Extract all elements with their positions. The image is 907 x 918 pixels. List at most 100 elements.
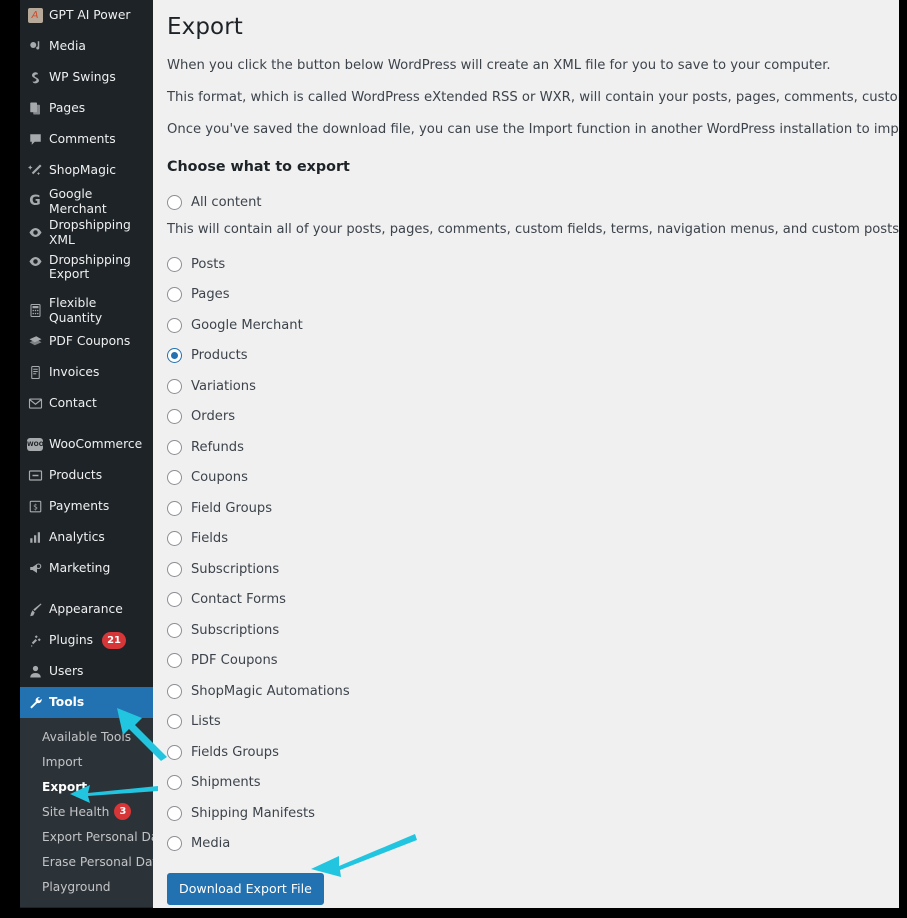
product-box-icon bbox=[21, 468, 49, 483]
sidebar-item-flexible-quantity[interactable]: Flexible Quantity bbox=[20, 295, 153, 326]
radio-option-subscriptions[interactable]: Subscriptions bbox=[167, 615, 899, 646]
sidebar-item-dropshipping-export[interactable]: Dropshipping Export bbox=[20, 248, 153, 295]
radio-option-fields-groups[interactable]: Fields Groups bbox=[167, 737, 899, 768]
submenu-item-badge: 3 bbox=[114, 803, 132, 820]
radio-label: Google Merchant bbox=[191, 317, 303, 333]
submenu-item-label: Site Health bbox=[42, 804, 110, 819]
payments-icon: $ bbox=[21, 499, 49, 514]
sidebar-item-dropshipping-xml[interactable]: Dropshipping XML bbox=[20, 217, 153, 248]
radio-icon-variations[interactable] bbox=[167, 378, 182, 394]
radio-icon-fields[interactable] bbox=[167, 531, 182, 547]
sidebar-item-label: GPT AI Power bbox=[49, 8, 131, 23]
radio-option-subscriptions[interactable]: Subscriptions bbox=[167, 554, 899, 585]
radio-icon-subscriptions[interactable] bbox=[167, 622, 182, 638]
eye-icon bbox=[21, 253, 49, 269]
radio-icon-subscriptions[interactable] bbox=[167, 561, 182, 577]
sidebar-item-woocommerce[interactable]: WOO WooCommerce bbox=[20, 429, 153, 460]
radio-option-refunds[interactable]: Refunds bbox=[167, 432, 899, 463]
submenu-item-export-personal-data[interactable]: Export Personal Data bbox=[20, 824, 153, 849]
radio-option-orders[interactable]: Orders bbox=[167, 401, 899, 432]
sidebar-item-products[interactable]: Products bbox=[20, 460, 153, 491]
sidebar-item-contact[interactable]: Contact bbox=[20, 388, 153, 419]
radio-label: Subscriptions bbox=[191, 622, 280, 638]
sidebar-item-analytics[interactable]: Analytics bbox=[20, 522, 153, 553]
radio-option-shipping-manifests[interactable]: Shipping Manifests bbox=[167, 798, 899, 829]
sidebar-item-media[interactable]: Media bbox=[20, 31, 153, 62]
radio-option-fields[interactable]: Fields bbox=[167, 523, 899, 554]
radio-option-posts[interactable]: Posts bbox=[167, 249, 899, 280]
sidebar-item-users[interactable]: Users bbox=[20, 656, 153, 687]
sidebar-item-payments[interactable]: $ Payments bbox=[20, 491, 153, 522]
radio-icon-fields-groups[interactable] bbox=[167, 744, 182, 760]
radio-option-pdf-coupons[interactable]: PDF Coupons bbox=[167, 645, 899, 676]
sidebar-separator bbox=[20, 419, 153, 429]
radio-icon-shipping-manifests[interactable] bbox=[167, 805, 182, 821]
radio-icon-google-merchant[interactable] bbox=[167, 317, 182, 333]
submenu-item-export[interactable]: Export bbox=[20, 774, 153, 799]
sidebar-item-google-merchant[interactable]: G Google Merchant bbox=[20, 186, 153, 217]
radio-option-contact-forms[interactable]: Contact Forms bbox=[167, 584, 899, 615]
sidebar-item-pages[interactable]: Pages bbox=[20, 93, 153, 124]
radio-icon-coupons[interactable] bbox=[167, 470, 182, 486]
radio-icon-posts[interactable] bbox=[167, 256, 182, 272]
sidebar-item-plugins[interactable]: Plugins 21 bbox=[20, 625, 153, 656]
radio-icon-shopmagic-automations[interactable] bbox=[167, 683, 182, 699]
radio-icon-products[interactable] bbox=[167, 348, 182, 364]
radio-icon-lists[interactable] bbox=[167, 714, 182, 730]
radio-icon-shipments[interactable] bbox=[167, 775, 182, 791]
sidebar-item-tools[interactable]: Tools bbox=[20, 687, 153, 718]
sidebar-item-label: Dropshipping Export bbox=[49, 253, 131, 282]
download-export-file-button[interactable]: Download Export File bbox=[167, 872, 324, 905]
sidebar-item-wp-swings[interactable]: WP Swings bbox=[20, 62, 153, 93]
radio-option-lists[interactable]: Lists bbox=[167, 706, 899, 737]
sidebar-item-label: Tools bbox=[49, 695, 85, 710]
sidebar-item-pdf-coupons[interactable]: PDF Coupons bbox=[20, 326, 153, 357]
submenu-item-site-health[interactable]: Site Health 3 bbox=[20, 799, 153, 824]
radio-option-shopmagic-automations[interactable]: ShopMagic Automations bbox=[167, 676, 899, 707]
sidebar-item-comments[interactable]: Comments bbox=[20, 124, 153, 155]
sidebar-menu: A GPT AI Power Media WP Swings Pages Comments… bbox=[20, 0, 153, 718]
radio-icon-field-groups[interactable] bbox=[167, 500, 182, 516]
radio-option-products[interactable]: Products bbox=[167, 340, 899, 371]
submenu-item-label: Erase Personal Data bbox=[42, 854, 153, 869]
radio-icon-all-content[interactable] bbox=[167, 195, 182, 211]
radio-icon-orders[interactable] bbox=[167, 409, 182, 425]
sidebar-item-invoices[interactable]: Invoices bbox=[20, 357, 153, 388]
submenu-item-erase-personal-data[interactable]: Erase Personal Data bbox=[20, 849, 153, 874]
sidebar-item-label: Payments bbox=[49, 499, 110, 514]
radio-label: PDF Coupons bbox=[191, 653, 278, 669]
sidebar-item-shopmagic[interactable]: ShopMagic bbox=[20, 155, 153, 186]
radio-icon-pages[interactable] bbox=[167, 287, 182, 303]
radio-option-coupons[interactable]: Coupons bbox=[167, 462, 899, 493]
submenu-item-label: Import bbox=[42, 754, 83, 769]
sidebar-item-appearance[interactable]: Appearance bbox=[20, 594, 153, 625]
radio-option-field-groups[interactable]: Field Groups bbox=[167, 493, 899, 524]
export-description-1: When you click the button below WordPres… bbox=[167, 58, 831, 73]
sidebar-item-label: PDF Coupons bbox=[49, 334, 131, 349]
comments-icon bbox=[21, 132, 49, 147]
invoice-icon bbox=[21, 365, 49, 380]
radio-option-media[interactable]: Media bbox=[167, 828, 899, 859]
radio-icon-refunds[interactable] bbox=[167, 439, 182, 455]
radio-icon-pdf-coupons[interactable] bbox=[167, 653, 182, 669]
submenu-item-playground[interactable]: Playground bbox=[20, 874, 153, 899]
radio-label: Coupons bbox=[191, 470, 248, 486]
google-g-icon: G bbox=[29, 193, 41, 209]
sidebar-item-label: Comments bbox=[49, 132, 116, 147]
sidebar-item-marketing[interactable]: Marketing bbox=[20, 553, 153, 584]
magic-wand-icon bbox=[21, 163, 49, 178]
woocommerce-icon: WOO bbox=[21, 438, 49, 451]
export-options-list: Posts Pages Google Merchant Products Variati… bbox=[167, 249, 899, 859]
radio-option-shipments[interactable]: Shipments bbox=[167, 767, 899, 798]
radio-option-all-content[interactable]: All content bbox=[167, 187, 899, 218]
submenu-item-available-tools[interactable]: Available Tools bbox=[20, 724, 153, 749]
radio-icon-media[interactable] bbox=[167, 836, 182, 852]
radio-option-variations[interactable]: Variations bbox=[167, 371, 899, 402]
sidebar-item-gpt-ai-power[interactable]: A GPT AI Power bbox=[20, 0, 153, 31]
radio-option-google-merchant[interactable]: Google Merchant bbox=[167, 310, 899, 341]
radio-icon-contact-forms[interactable] bbox=[167, 592, 182, 608]
sidebar-item-label: ShopMagic bbox=[49, 163, 117, 178]
radio-option-pages[interactable]: Pages bbox=[167, 279, 899, 310]
submenu-item-import[interactable]: Import bbox=[20, 749, 153, 774]
radio-label-all-content: All content bbox=[191, 195, 262, 211]
